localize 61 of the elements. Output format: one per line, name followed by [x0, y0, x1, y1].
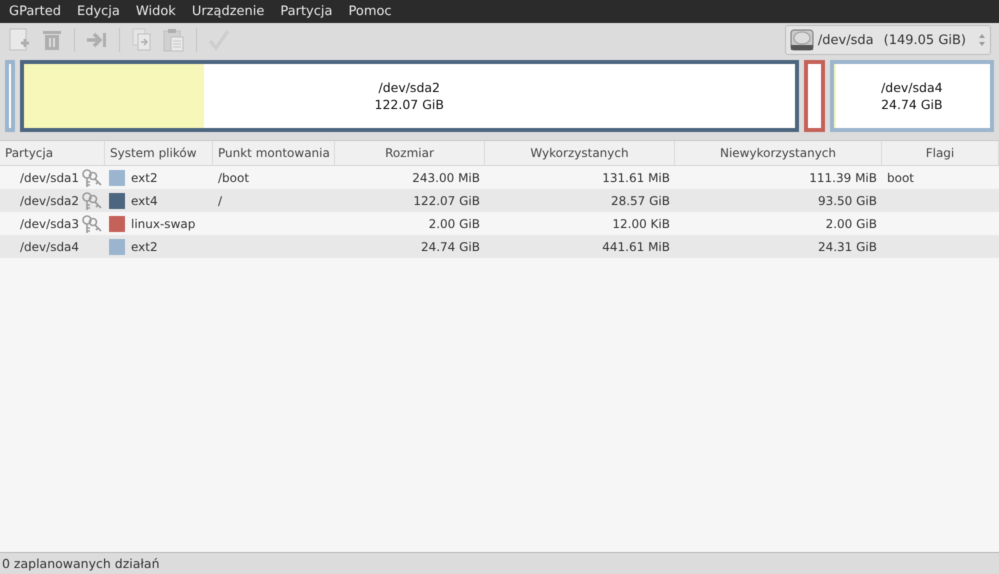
clipboard-icon: [163, 28, 185, 52]
device-selector[interactable]: /dev/sda (149.05 GiB): [784, 25, 991, 55]
column-header[interactable]: Flagi: [882, 141, 999, 165]
partition-name: /dev/sda4: [881, 79, 943, 96]
menu-item[interactable]: GParted: [1, 4, 69, 19]
column-header[interactable]: Punkt montowania: [213, 141, 335, 165]
column-header[interactable]: Niewykorzystanych: [675, 141, 882, 165]
menu-item[interactable]: Partycja: [272, 4, 340, 19]
partition-size: 24.74 GiB: [881, 96, 943, 113]
key-icon: [81, 190, 103, 210]
column-header[interactable]: System plików: [105, 141, 213, 165]
status-text: 0 zaplanowanych działań: [2, 556, 160, 571]
table-cell: 24.74 GiB: [420, 240, 480, 254]
key-icon: [81, 168, 103, 188]
table-cell: /: [218, 194, 222, 208]
table-cell: 24.31 GiB: [818, 240, 877, 254]
spinner-arrows-icon: [978, 32, 986, 48]
table-cell: /dev/sda1: [20, 170, 80, 184]
table-cell: 111.39 MiB: [809, 170, 877, 184]
table-cell: ext2: [131, 170, 158, 184]
trash-icon: [42, 29, 62, 51]
table-cell: ext2: [131, 240, 158, 254]
table-cell: 93.50 GiB: [818, 194, 877, 208]
device-name: /dev/sda: [818, 32, 874, 48]
table-cell: /boot: [218, 170, 250, 184]
table-cell: 122.07 GiB: [413, 194, 480, 208]
menu-item[interactable]: Pomoc: [340, 4, 400, 19]
menu-item[interactable]: Widok: [128, 4, 184, 19]
table-cell: /dev/sda4: [20, 240, 80, 254]
column-header[interactable]: Partycja: [0, 141, 105, 165]
partition-size: 122.07 GiB: [374, 96, 444, 113]
table-cell: 243.00 MiB: [412, 170, 480, 184]
partition-segment[interactable]: /dev/sda2 122.07 GiB: [20, 60, 799, 132]
new-document-icon: [9, 28, 31, 52]
table-cell: 28.57 GiB: [610, 194, 670, 208]
partition-row[interactable]: /dev/sda3 linux-swap 2.00 GiB 12.00 KiB 2.00 GiB: [0, 212, 999, 235]
menu-item[interactable]: Edycja: [69, 4, 128, 19]
table-cell: 12.00 KiB: [612, 216, 670, 230]
table-cell: 441.61 MiB: [602, 240, 670, 254]
partition-segment[interactable]: [804, 60, 825, 132]
partition-row[interactable]: /dev/sda2 ext4 / 122.07 GiB 28.57 GiB 93.50 GiB: [0, 189, 999, 212]
copy-icon: [132, 28, 152, 52]
table-cell: boot: [887, 170, 914, 184]
key-icon: [81, 214, 103, 234]
table-cell: 131.61 MiB: [602, 170, 670, 184]
partition-name: /dev/sda2: [378, 79, 440, 96]
table-cell: ext4: [131, 194, 158, 208]
partition-segment[interactable]: [5, 60, 14, 132]
partition-row[interactable]: /dev/sda4 ext2 24.74 GiB 441.61 MiB 24.31 GiB: [0, 235, 999, 258]
menu-item[interactable]: Urządzenie: [184, 4, 272, 19]
table-cell: 2.00 GiB: [826, 216, 877, 230]
partition-segment[interactable]: /dev/sda4 24.74 GiB: [830, 60, 994, 132]
column-header[interactable]: Wykorzystanych: [485, 141, 675, 165]
device-size: (149.05 GiB): [884, 32, 966, 48]
partition-row[interactable]: /dev/sda1 ext2 /boot 243.00 MiB 131.61 MiB 111.39 MiB boot: [0, 166, 999, 189]
table-cell: 2.00 GiB: [428, 216, 480, 230]
column-header[interactable]: Rozmiar: [335, 141, 485, 165]
arrow-to-bar-icon: [86, 31, 108, 49]
table-cell: /dev/sda3: [20, 216, 80, 230]
table-cell: /dev/sda2: [20, 194, 80, 208]
table-cell: linux-swap: [131, 216, 196, 230]
